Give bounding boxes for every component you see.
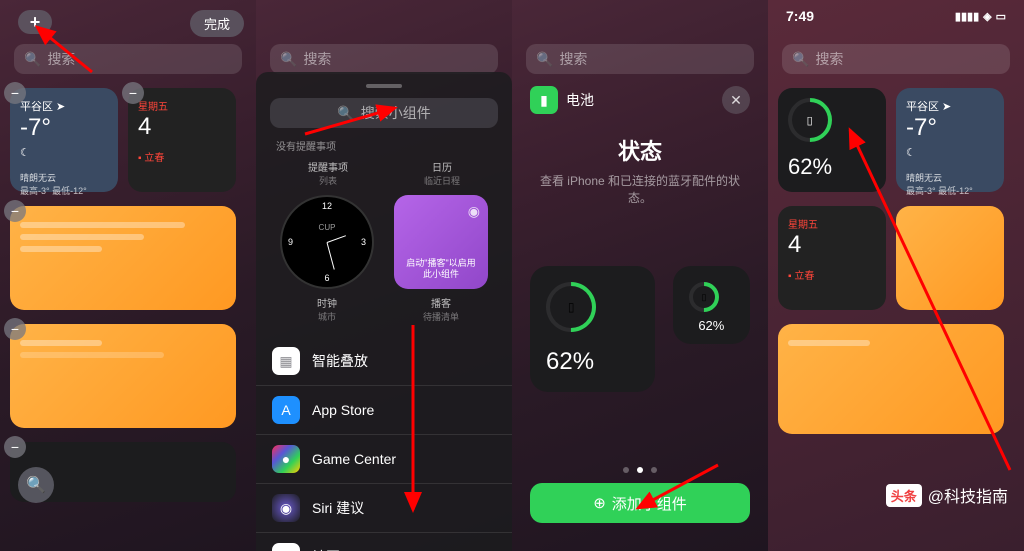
- search-input[interactable]: 🔍 搜索: [270, 44, 498, 74]
- app-icon: ✈: [272, 543, 300, 551]
- podcast-hint: 启动"播客"以启用此小组件: [402, 258, 480, 281]
- app-icon: ◉: [272, 494, 300, 522]
- remove-widget-button[interactable]: −: [4, 318, 26, 340]
- app-list-item[interactable]: ▦ 智能叠放: [256, 337, 512, 386]
- app-list: ▦ 智能叠放 A App Store ● Game Center ◉ Siri 建议 ✈ 地图: [256, 337, 512, 551]
- clock-widget-preview[interactable]: 12 6 9 3: [280, 195, 374, 289]
- battery-widget-small-preview[interactable]: ▯ 62%: [673, 266, 750, 344]
- preview-calendar: 日历临近日程: [424, 159, 460, 187]
- widget-gallery-sheet: 🔍 搜索小组件 没有提醒事项 提醒事项列表 日历临近日程 12 6 9 3: [256, 72, 512, 551]
- signal-icon: ▮▮▮▮: [955, 10, 979, 23]
- search-icon: 🔍: [280, 51, 297, 68]
- app-list-item[interactable]: ✈ 地图: [256, 533, 512, 551]
- annotation-arrow: [300, 102, 420, 142]
- weather-condition: 晴朗无云: [20, 171, 108, 184]
- search-placeholder: 搜索: [815, 49, 843, 69]
- calendar-term: ▪ 立春: [138, 149, 226, 164]
- remove-widget-button[interactable]: −: [4, 200, 26, 222]
- search-icon: 🔍: [536, 51, 553, 68]
- remove-widget-button[interactable]: −: [4, 82, 26, 104]
- search-icon: 🔍: [792, 51, 809, 68]
- search-placeholder: 搜索: [303, 49, 331, 69]
- detail-subtitle: 查看 iPhone 和已连接的蓝牙配件的状态。: [530, 172, 750, 206]
- battery-percent: 62%: [546, 348, 639, 376]
- remove-widget-button[interactable]: −: [122, 82, 144, 104]
- watermark: 头条 @科技指南: [886, 483, 1008, 507]
- calendar-day: 星期五: [138, 98, 226, 113]
- status-bar: 7:49 ▮▮▮▮ ◈ ▭: [768, 8, 1024, 24]
- wifi-icon: ◈: [983, 10, 991, 23]
- phone-icon: ▯: [807, 114, 813, 127]
- app-list-item[interactable]: ◉ Siri 建议: [256, 484, 512, 533]
- moon-icon: ☾: [20, 146, 108, 159]
- search-button[interactable]: 🔍: [18, 467, 54, 503]
- battery-ring: ▯: [779, 89, 841, 151]
- weather-location: 平谷区 ➤: [20, 98, 108, 114]
- app-label: 地图: [312, 547, 340, 551]
- search-input[interactable]: 🔍 搜索: [526, 44, 754, 74]
- annotation-arrow: [628, 460, 728, 520]
- app-label: Game Center: [312, 451, 396, 467]
- app-icon: ▦: [272, 347, 300, 375]
- annotation-arrow: [22, 22, 102, 82]
- annotation-arrow: [840, 120, 1020, 480]
- plus-icon: ⊕: [593, 494, 606, 512]
- detail-title: 状态: [530, 134, 750, 166]
- notes-widget[interactable]: −: [10, 206, 236, 310]
- battery-status-icon: ▭: [996, 10, 1006, 23]
- app-label: Siri 建议: [312, 498, 364, 518]
- panel-widget-gallery: 🔍 搜索 🔍 搜索小组件 没有提醒事项 提醒事项列表 日历临近日程 12 6 9…: [256, 0, 512, 551]
- location-icon: ➤: [942, 100, 951, 113]
- search-icon: 🔍: [26, 475, 46, 495]
- clock-face: 12 6 9 3: [280, 195, 374, 289]
- battery-icon: ▮: [530, 86, 558, 114]
- preview-label: 播客: [394, 295, 488, 310]
- weather-range: 最高-3° 最低-12°: [20, 184, 108, 197]
- weather-widget[interactable]: − 平谷区 ➤ -7° ☾ 晴朗无云 最高-3° 最低-12°: [10, 88, 118, 192]
- podcast-widget-preview[interactable]: ◉ 启动"播客"以启用此小组件: [394, 195, 488, 289]
- app-label: 智能叠放: [312, 351, 368, 371]
- remove-widget-button[interactable]: −: [4, 436, 26, 458]
- app-icon: ●: [272, 445, 300, 473]
- calendar-widget[interactable]: − 星期五 4 ▪ 立春: [128, 88, 236, 192]
- battery-percent: 62%: [689, 318, 734, 333]
- status-time: 7:49: [786, 8, 814, 24]
- search-input[interactable]: 🔍 搜索: [782, 44, 1010, 74]
- annotation-arrow: [398, 320, 428, 520]
- phone-icon: ▯: [568, 300, 575, 314]
- preview-sublabel: 城市: [280, 310, 374, 323]
- battery-app-tag: ▮ 电池: [530, 86, 594, 114]
- battery-ring: ▯: [682, 276, 724, 318]
- app-icon: A: [272, 396, 300, 424]
- calendar-date: 4: [138, 113, 226, 141]
- panel-edit-widgets: + 完成 🔍 搜索 − 平谷区 ➤ -7° ☾ 晴朗无云 最高-3° 最低-12…: [0, 0, 256, 551]
- app-label: App Store: [312, 402, 374, 418]
- battery-ring: ▯: [536, 272, 607, 343]
- app-list-item[interactable]: ● Game Center: [256, 435, 512, 484]
- close-button[interactable]: ✕: [722, 86, 750, 114]
- notes-widget[interactable]: −: [10, 324, 236, 428]
- search-placeholder: 搜索: [559, 49, 587, 69]
- weather-temp: -7°: [20, 114, 108, 142]
- sheet-grabber[interactable]: [366, 84, 402, 88]
- podcast-icon: ◉: [468, 203, 480, 220]
- app-list-item[interactable]: A App Store: [256, 386, 512, 435]
- watermark-text: @科技指南: [928, 483, 1008, 507]
- watermark-badge: 头条: [886, 484, 922, 507]
- preview-label: 时钟: [280, 295, 374, 310]
- no-reminders-text: 没有提醒事项: [276, 142, 336, 153]
- location-icon: ➤: [56, 100, 65, 113]
- preview-reminders: 提醒事项列表: [308, 159, 348, 187]
- weather-location: 平谷区: [906, 98, 939, 114]
- phone-icon: ▯: [701, 291, 706, 302]
- done-button[interactable]: 完成: [190, 10, 244, 37]
- battery-widget-large-preview[interactable]: ▯ 62%: [530, 266, 655, 392]
